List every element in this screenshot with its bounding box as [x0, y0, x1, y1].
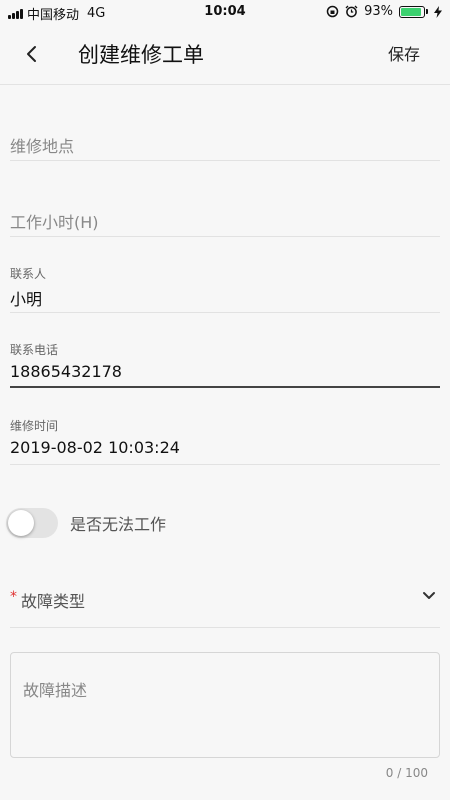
phone-label: 联系电话 [10, 343, 59, 357]
chevron-left-icon[interactable] [22, 42, 42, 66]
unable-to-work-toggle[interactable] [6, 508, 58, 538]
location-field[interactable]: 维修地点 [10, 133, 440, 161]
repair-time-label: 维修时间 [10, 419, 59, 433]
work-hours-placeholder: 工作小时(H) [10, 213, 99, 232]
app-header: 创建维修工单 保存 [0, 24, 450, 84]
page-title: 创建维修工单 [78, 43, 204, 67]
repair-time-field[interactable]: 维修时间 2019-08-02 10:03:24 [10, 417, 440, 465]
fault-description-box [10, 652, 440, 758]
work-hours-underline [10, 236, 440, 237]
charging-bolt-icon [434, 5, 442, 18]
save-button[interactable]: 保存 [388, 41, 420, 65]
repair-time-value: 2019-08-02 10:03:24 [10, 438, 180, 457]
phone-value: 18865432178 [10, 362, 122, 381]
unable-to-work-label: 是否无法工作 [70, 515, 167, 534]
fault-type-select[interactable]: * 故障类型 [10, 585, 440, 628]
status-right: 93% [326, 4, 442, 19]
battery-level-fill [401, 7, 422, 16]
contact-underline [10, 312, 440, 313]
header-divider [0, 84, 450, 85]
battery-icon [399, 5, 428, 18]
fault-description-input[interactable] [11, 653, 439, 757]
contact-value: 小明 [10, 290, 43, 309]
alarm-icon [345, 5, 358, 18]
location-underline [10, 160, 440, 161]
repair-time-underline [10, 464, 440, 465]
char-count: 0 / 100 [385, 766, 428, 780]
battery-percent: 93% [364, 4, 393, 19]
contact-field[interactable]: 联系人 小明 [10, 265, 440, 313]
unable-to-work-row: 是否无法工作 [6, 506, 166, 540]
location-placeholder: 维修地点 [10, 137, 75, 156]
status-bar: 中国移动 4G 10:04 93% [0, 0, 450, 24]
toggle-knob [8, 510, 34, 536]
contact-label: 联系人 [10, 267, 47, 281]
phone-underline-active [10, 386, 440, 388]
phone-field[interactable]: 联系电话 18865432178 [10, 341, 440, 389]
work-hours-field[interactable]: 工作小时(H) [10, 209, 440, 237]
fault-type-label: 故障类型 [21, 592, 86, 611]
required-mark: * [10, 589, 17, 605]
rotation-lock-icon [326, 5, 339, 18]
chevron-down-icon[interactable] [422, 591, 436, 601]
fault-type-underline [10, 627, 440, 628]
